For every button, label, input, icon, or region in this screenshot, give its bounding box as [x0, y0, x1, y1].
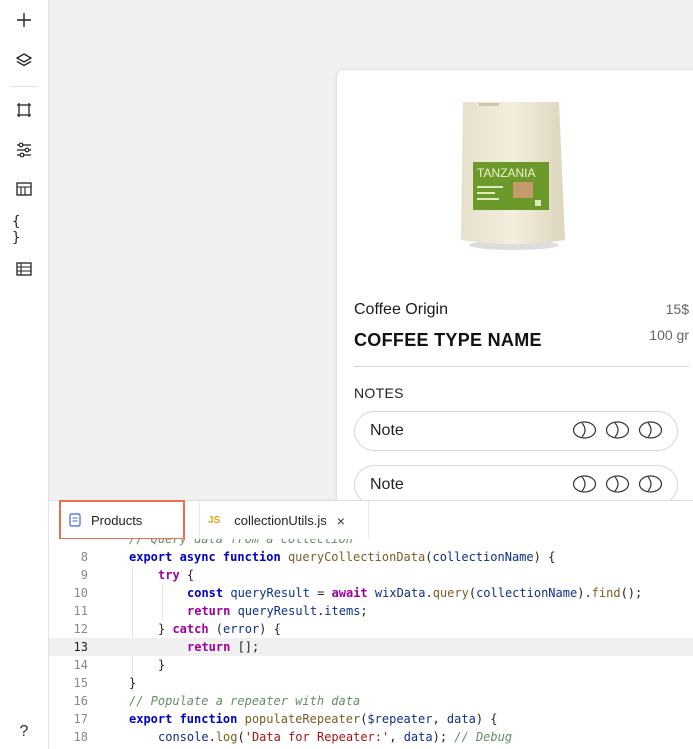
product-card[interactable]: TANZANIA Coffee Origin 15$ COFFEE TYPE N…	[336, 69, 693, 500]
grid-icon[interactable]	[12, 257, 36, 281]
code-line[interactable]: 18 console.log('Data for Repeater:', data…	[49, 728, 693, 746]
notes-label: NOTES	[354, 385, 404, 401]
code-line[interactable]: 11 return queryResult.items;	[49, 602, 693, 620]
help-icon[interactable]: ?	[12, 720, 36, 744]
code-text: try {	[158, 568, 195, 582]
page-icon	[69, 513, 81, 527]
code-line[interactable]: 13 return [];	[49, 638, 693, 656]
crop-icon[interactable]	[12, 98, 36, 122]
tab-file-label: collectionUtils.js	[234, 513, 327, 528]
code-text: // Query data from a collection	[129, 539, 353, 546]
code-text: export function populateRepeater($repeat…	[129, 712, 498, 726]
code-text: // Populate a repeater with data	[129, 694, 361, 708]
code-line[interactable]: 14}	[49, 656, 693, 674]
code-line[interactable]: 9 try {	[49, 566, 693, 584]
js-file-icon: JS	[208, 515, 221, 526]
code-line[interactable]: 15}	[49, 674, 693, 692]
line-number: 15	[73, 676, 88, 690]
line-number: 14	[73, 658, 88, 672]
bean-rating	[572, 420, 663, 440]
coffee-origin: Coffee Origin	[354, 301, 448, 318]
coffee-bean-icon	[572, 421, 597, 439]
code-text: return queryResult.items;	[187, 604, 368, 618]
line-number: 8	[80, 550, 88, 564]
bean-rating	[572, 474, 663, 494]
coffee-bean-icon	[605, 475, 630, 493]
close-icon[interactable]: ×	[337, 513, 345, 529]
line-number: 10	[73, 586, 88, 600]
table-icon[interactable]	[12, 177, 36, 201]
line-number: 16	[73, 694, 88, 708]
code-editor[interactable]: // Query data from a collection 8 export a…	[49, 539, 693, 749]
braces-icon[interactable]: { }	[12, 214, 36, 246]
code-line[interactable]: 17 export function populateRepeater($repe…	[49, 710, 693, 728]
sliders-icon[interactable]	[12, 138, 36, 162]
bag-label: TANZANIA	[477, 166, 536, 180]
tab-products[interactable]: Products	[59, 500, 185, 540]
price: 15$	[665, 301, 689, 317]
coffee-type-name: COFFEE TYPE NAME	[354, 330, 542, 350]
layers-icon[interactable]	[12, 48, 36, 72]
code-text: const queryResult = await wixData.query(…	[187, 586, 643, 600]
code-text: console.log('Data for Repeater:', data);…	[158, 730, 513, 744]
note-label: Note	[370, 422, 404, 439]
line-number: 11	[73, 604, 88, 618]
coffee-bean-icon	[638, 475, 663, 493]
code-line[interactable]: 8 export async function queryCollectionDa…	[49, 548, 693, 566]
toolbar-divider	[10, 86, 38, 87]
line-number: 12	[73, 622, 88, 636]
code-text: } catch (error) {	[158, 622, 281, 636]
line-number: 18	[73, 730, 88, 744]
divider	[354, 366, 689, 367]
weight: 100 gr	[649, 327, 689, 343]
editor-tab-bar: Products JS collectionUtils.js ×	[49, 500, 693, 541]
coffee-bean-icon	[638, 421, 663, 439]
line-number: 9	[80, 568, 88, 582]
code-text: export async function queryCollectionDat…	[129, 550, 556, 564]
tab-products-label: Products	[91, 512, 143, 528]
code-line[interactable]: 12 } catch (error) {	[49, 620, 693, 638]
coffee-bean-icon	[605, 421, 630, 439]
note-row[interactable]: Note	[354, 411, 678, 451]
plus-icon[interactable]	[12, 8, 36, 32]
line-number: 13	[73, 640, 88, 654]
note-row[interactable]: Note	[354, 465, 678, 500]
code-line[interactable]: 16 // Populate a repeater with data	[49, 692, 693, 710]
note-label: Note	[370, 476, 404, 493]
coffee-bag-image: TANZANIA	[457, 100, 567, 250]
editor-canvas: TANZANIA Coffee Origin 15$ COFFEE TYPE N…	[49, 0, 693, 500]
code-line[interactable]: 10 const queryResult = await wixData.quer…	[49, 584, 693, 602]
coffee-bean-icon	[572, 475, 597, 493]
code-text: }	[158, 658, 166, 672]
left-toolbar: { } ?	[0, 0, 49, 749]
tab-collection-utils[interactable]: JS collectionUtils.js ×	[199, 501, 369, 540]
code-text: }	[129, 676, 137, 690]
code-text: return [];	[187, 640, 260, 654]
line-number: 17	[73, 712, 88, 726]
code-line[interactable]: // Query data from a collection	[49, 539, 693, 548]
